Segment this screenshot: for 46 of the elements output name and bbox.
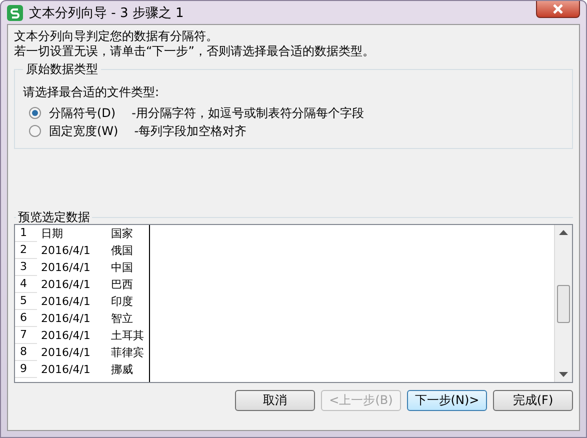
row-number: 2: [15, 242, 37, 259]
scrollbar[interactable]: [554, 225, 572, 382]
table-cell: 国家: [111, 226, 133, 241]
table-cell: 巴西: [111, 277, 133, 292]
dialog-button[interactable]: 取消: [235, 390, 315, 411]
table-cell-text: 日期: [40, 226, 64, 241]
table-cell: 俄国: [111, 243, 133, 258]
table-cell-text: 2016/4/1: [40, 329, 92, 342]
table-cell: 土耳其: [111, 328, 144, 343]
instruction-text: 若一切设置无误，请单击“下一步”，否则请选择最合适的数据类型。: [14, 44, 376, 59]
up-arrow-icon: [559, 230, 568, 235]
close-icon: [552, 4, 564, 14]
row-number: 3: [15, 259, 37, 276]
radio-option[interactable]: 分隔符号(D): [23, 104, 122, 122]
window-title: 文本分列向导 - 3 步骤之 1: [29, 4, 184, 22]
table-cell-text: 2016/4/1: [40, 261, 92, 274]
row-number: 5: [15, 293, 37, 310]
group-title: 原始数据类型: [23, 61, 101, 78]
row-number: 7: [15, 327, 37, 344]
table-cell: 智立: [111, 311, 133, 326]
radio-option[interactable]: 固定宽度(W): [23, 122, 124, 140]
table-cell-text: 2016/4/1: [40, 363, 92, 376]
row-number: 6: [15, 310, 37, 327]
down-arrow-icon: [559, 372, 568, 377]
dialog-button[interactable]: 完成(F): [493, 390, 573, 411]
table-cell-text: 2016/4/1: [40, 244, 92, 257]
table-cell-text: 2016/4/1: [40, 312, 92, 325]
table-cell: 中国: [111, 260, 133, 275]
dialog-button[interactable]: 下一步(N)>: [407, 390, 487, 411]
row-number: 8: [15, 344, 37, 361]
option-description: -用分隔字符，如逗号或制表符分隔每个字段: [132, 104, 364, 122]
scroll-thumb[interactable]: [557, 284, 570, 322]
row-number: 1: [15, 225, 37, 242]
close-button[interactable]: [536, 1, 580, 18]
row-number: 9: [15, 361, 37, 378]
table-cell-text: 2016/4/1: [40, 346, 92, 359]
prompt-text: 请选择最合适的文件类型:: [23, 84, 160, 101]
instruction-text: 文本分列向导判定您的数据有分隔符。: [14, 29, 219, 44]
table-cell: 印度: [111, 294, 133, 309]
row-number: 4: [15, 276, 37, 293]
option-description: -每列字段加空格对齐: [134, 122, 247, 140]
app-logo-icon: [7, 4, 23, 20]
table-cell: 挪威: [111, 362, 133, 377]
table-cell: 菲律宾: [111, 345, 144, 360]
table-cell-text: 2016/4/1: [40, 295, 92, 308]
table-cell-text: 2016/4/1: [40, 278, 92, 291]
